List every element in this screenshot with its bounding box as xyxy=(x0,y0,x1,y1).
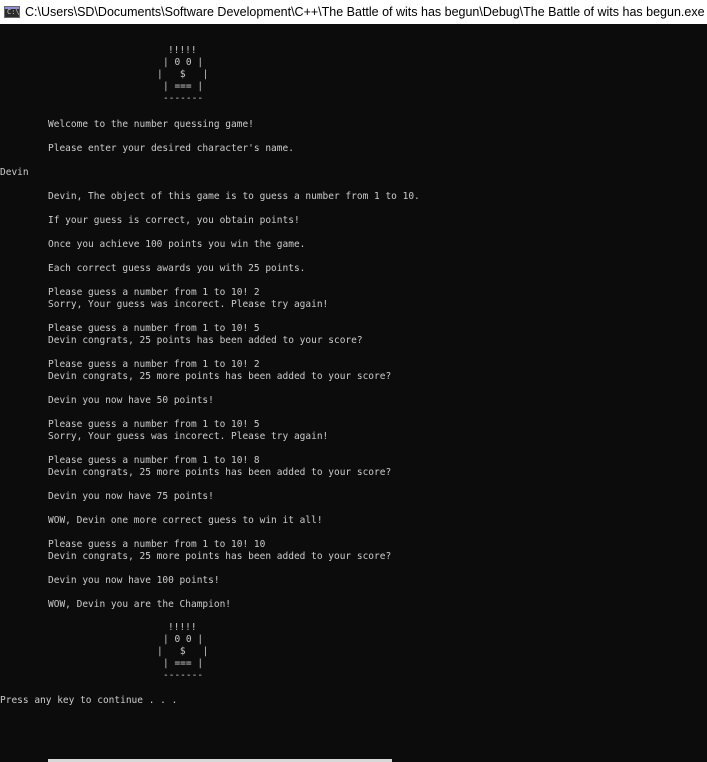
console-window: C:\ C:\Users\SD\Documents\Software Devel… xyxy=(0,0,707,762)
one-more-message: WOW, Devin one more correct guess to win… xyxy=(48,515,323,526)
ascii-art-line: !!!!! xyxy=(168,45,197,56)
guess-result: Sorry, Your guess was incorect. Please t… xyxy=(48,299,329,310)
guess-result: Sorry, Your guess was incorect. Please t… xyxy=(48,431,329,442)
guess-result: Devin congrats, 25 more points has been … xyxy=(48,467,392,478)
guess-result: Devin congrats, 25 points has been added… xyxy=(48,335,363,346)
ascii-art-line: | === | xyxy=(163,81,204,92)
champion-message: WOW, Devin you are the Champion! xyxy=(48,599,232,610)
intro-line: Devin, The object of this game is to gue… xyxy=(48,191,420,202)
score-status: Devin you now have 75 points! xyxy=(48,491,214,502)
ascii-art-line: | 0 0 | xyxy=(163,634,204,645)
window-title: C:\Users\SD\Documents\Software Developme… xyxy=(25,5,705,19)
ascii-art-line: | $ | xyxy=(157,69,209,80)
guess-result: Devin congrats, 25 more points has been … xyxy=(48,551,392,562)
score-status: Devin you now have 100 points! xyxy=(48,575,220,586)
guess-prompt: Please guess a number from 1 to 10! 8 xyxy=(48,455,260,466)
guess-prompt: Please guess a number from 1 to 10! 2 xyxy=(48,359,260,370)
console-output[interactable]: !!!!! | 0 0 | | $ | | === | ------- Welc… xyxy=(0,24,707,760)
ascii-art-line: | === | xyxy=(163,658,204,669)
user-name-input: Devin xyxy=(0,167,29,178)
ascii-art-line: ------- xyxy=(163,93,204,104)
ascii-art-line: !!!!! xyxy=(168,622,197,633)
ascii-art-line: | 0 0 | xyxy=(163,57,204,68)
title-bar[interactable]: C:\ C:\Users\SD\Documents\Software Devel… xyxy=(0,0,707,24)
guess-result: Devin congrats, 25 more points has been … xyxy=(48,371,392,382)
ascii-art-line: | $ | xyxy=(157,646,209,657)
score-status: Devin you now have 50 points! xyxy=(48,395,214,406)
guess-prompt: Please guess a number from 1 to 10! 10 xyxy=(48,539,266,550)
name-prompt: Please enter your desired character's na… xyxy=(48,143,294,154)
welcome-text: Welcome to the number quessing game! xyxy=(48,119,254,130)
intro-line: If your guess is correct, you obtain poi… xyxy=(48,215,300,226)
ascii-art-line: ------- xyxy=(163,670,204,681)
guess-prompt: Please guess a number from 1 to 10! 2 xyxy=(48,287,260,298)
press-any-key-text: Press any key to continue . . . xyxy=(0,695,178,706)
intro-line: Each correct guess awards you with 25 po… xyxy=(48,263,306,274)
guess-prompt: Please guess a number from 1 to 10! 5 xyxy=(48,419,260,430)
intro-line: Once you achieve 100 points you win the … xyxy=(48,239,306,250)
console-app-icon[interactable]: C:\ xyxy=(4,6,20,18)
guess-prompt: Please guess a number from 1 to 10! 5 xyxy=(48,323,260,334)
